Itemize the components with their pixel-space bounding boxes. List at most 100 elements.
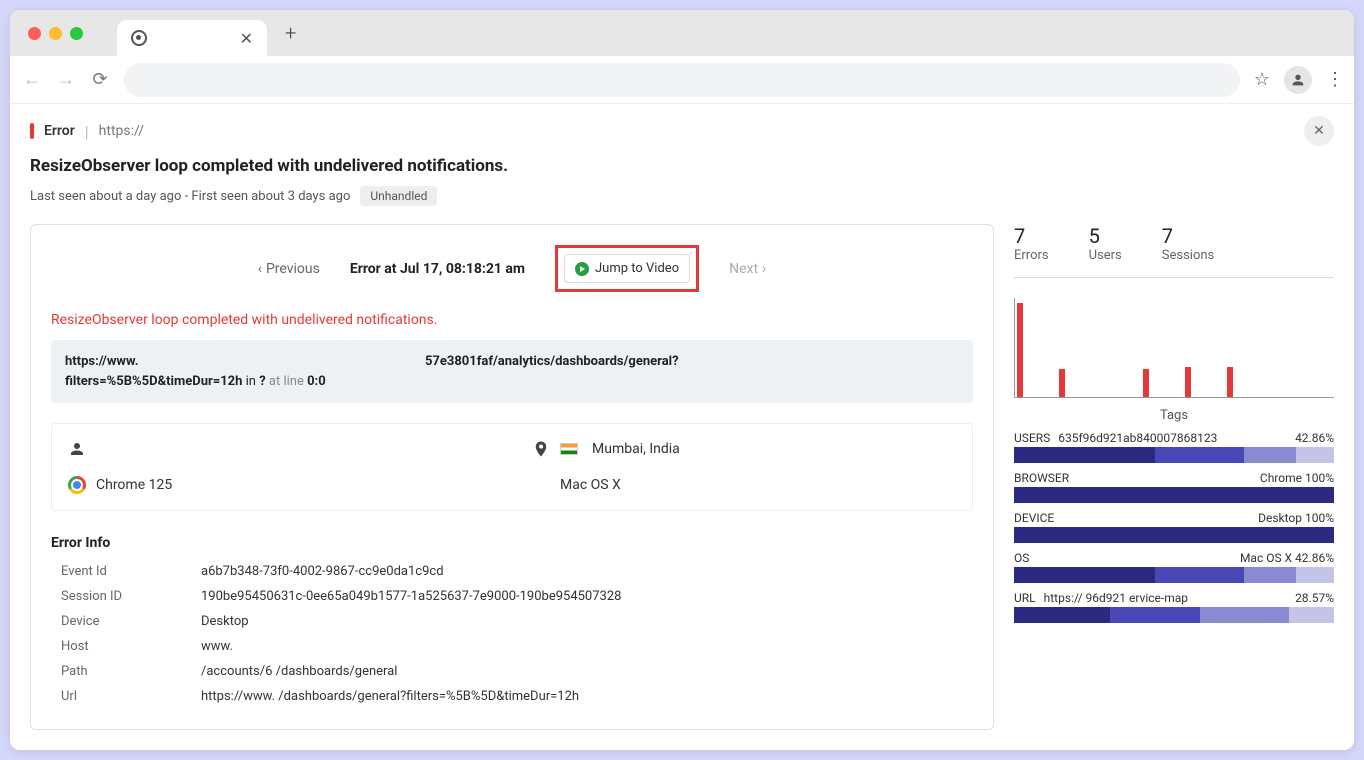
seen-text: Last seen about a day ago - First seen a… bbox=[30, 189, 350, 204]
minimize-window-button[interactable] bbox=[49, 27, 62, 40]
stat-sessions-num: 7 bbox=[1162, 224, 1215, 248]
traffic-lights bbox=[28, 27, 83, 40]
browser-window: ✕ + ← → ⟳ ☆ ⋮ Error | https:// ✕ ResizeO… bbox=[10, 10, 1354, 750]
stat-errors: 7 Errors bbox=[1014, 224, 1049, 263]
kv-val: https://www. /dashboards/general?filters… bbox=[201, 689, 973, 704]
tag-distribution-bar bbox=[1014, 447, 1334, 463]
tags-list: USERS635f96d921ab84000786812342.86% BROWS… bbox=[1014, 429, 1334, 623]
context-os: Mac OS X bbox=[532, 476, 956, 494]
error-title: ResizeObserver loop completed with undel… bbox=[30, 156, 1334, 176]
tag-bar-segment bbox=[1014, 607, 1110, 623]
tag-row[interactable]: OS Mac OS X 42.86% bbox=[1014, 549, 1334, 583]
chart-bar bbox=[1227, 367, 1233, 397]
next-error-button[interactable]: Next › bbox=[729, 261, 766, 277]
chart-bar bbox=[1143, 369, 1149, 397]
kv-key: Path bbox=[51, 664, 201, 679]
browser-tab[interactable]: ✕ bbox=[117, 20, 267, 56]
jump-to-video-button[interactable]: Jump to Video bbox=[564, 254, 690, 283]
close-window-button[interactable] bbox=[28, 27, 41, 40]
chevron-right-icon: › bbox=[762, 261, 766, 277]
tag-bar-segment bbox=[1014, 527, 1334, 543]
browser-toolbar: ← → ⟳ ☆ ⋮ bbox=[10, 56, 1354, 104]
tag-row[interactable]: DEVICEDesktop 100% bbox=[1014, 509, 1334, 543]
play-icon bbox=[575, 262, 589, 276]
titlebar: ✕ + bbox=[10, 10, 1354, 56]
context-location: Mumbai, India bbox=[532, 440, 956, 458]
tag-bar-segment bbox=[1014, 567, 1155, 583]
stat-users: 5 Users bbox=[1089, 224, 1122, 263]
context-os-value: Mac OS X bbox=[560, 477, 621, 493]
tag-bar-segment bbox=[1014, 447, 1155, 463]
chrome-icon bbox=[68, 476, 86, 494]
context-browser: Chrome 125 bbox=[68, 476, 492, 494]
context-location-value: Mumbai, India bbox=[592, 441, 680, 457]
stat-sessions: 7 Sessions bbox=[1162, 224, 1215, 263]
close-panel-button[interactable]: ✕ bbox=[1304, 116, 1334, 146]
seen-info-row: Last seen about a day ago - First seen a… bbox=[30, 186, 1334, 206]
tag-header: DEVICEDesktop 100% bbox=[1014, 509, 1334, 527]
tag-row[interactable]: USERS635f96d921ab84000786812342.86% bbox=[1014, 429, 1334, 463]
forward-button[interactable]: → bbox=[56, 69, 76, 90]
error-detail-panel: ‹ Previous Error at Jul 17, 08:18:21 am … bbox=[30, 224, 994, 730]
context-grid: Mumbai, India Chrome 125 Mac OS X bbox=[51, 423, 973, 511]
tags-title: Tags bbox=[1014, 408, 1334, 423]
code-url-end: 57e3801faf/analytics/dashboards/general? bbox=[425, 354, 679, 369]
tag-label: USERS bbox=[1014, 431, 1050, 445]
kv-key: Url bbox=[51, 689, 201, 704]
tag-value bbox=[1069, 471, 1260, 485]
chart-bar bbox=[1185, 367, 1191, 397]
stats-panel: 7 Errors 5 Users 7 Sessions Tags USERS63… bbox=[1014, 224, 1334, 730]
tag-percent: Mac OS X 42.86% bbox=[1240, 551, 1334, 565]
chevron-left-icon: ‹ bbox=[258, 261, 262, 277]
reload-button[interactable]: ⟳ bbox=[90, 69, 110, 90]
tag-header: OS Mac OS X 42.86% bbox=[1014, 549, 1334, 567]
code-filters: filters=%5B%5D&timeDur=12h bbox=[65, 374, 242, 389]
close-icon: ✕ bbox=[1313, 123, 1325, 139]
india-flag-icon bbox=[560, 443, 578, 455]
kv-row: DeviceDesktop bbox=[51, 609, 973, 634]
error-info-table: Event Ida6b7b348-73f0-4002-9867-cc9e0da1… bbox=[51, 559, 973, 709]
tag-value bbox=[1029, 551, 1240, 565]
stat-users-num: 5 bbox=[1089, 224, 1122, 248]
tag-row[interactable]: BROWSERChrome 100% bbox=[1014, 469, 1334, 503]
tag-bar-segment bbox=[1014, 487, 1334, 503]
bookmark-star-icon[interactable]: ☆ bbox=[1254, 69, 1270, 90]
kv-key: Event Id bbox=[51, 564, 201, 579]
address-bar[interactable] bbox=[124, 63, 1240, 97]
previous-error-button[interactable]: ‹ Previous bbox=[258, 261, 320, 277]
tag-distribution-bar bbox=[1014, 487, 1334, 503]
breadcrumb-row: Error | https:// ✕ bbox=[30, 116, 1334, 146]
stat-errors-label: Errors bbox=[1014, 248, 1049, 263]
close-tab-icon[interactable]: ✕ bbox=[240, 29, 253, 48]
kv-row: Path/accounts/6 /dashboards/general bbox=[51, 659, 973, 684]
maximize-window-button[interactable] bbox=[70, 27, 83, 40]
tag-percent: Desktop 100% bbox=[1258, 511, 1334, 525]
breadcrumb-url: https:// bbox=[99, 123, 144, 139]
kv-row: Session ID190be95450631c-0ee65a049b1577-… bbox=[51, 584, 973, 609]
tag-label: URL bbox=[1014, 591, 1036, 605]
tag-bar-segment bbox=[1296, 447, 1334, 463]
stat-sessions-label: Sessions bbox=[1162, 248, 1215, 263]
tag-distribution-bar bbox=[1014, 607, 1334, 623]
back-button[interactable]: ← bbox=[22, 69, 42, 90]
tag-bar-segment bbox=[1155, 567, 1245, 583]
tag-value bbox=[1054, 511, 1258, 525]
browser-menu-button[interactable]: ⋮ bbox=[1326, 69, 1342, 90]
tag-bar-segment bbox=[1244, 447, 1295, 463]
error-info-title: Error Info bbox=[51, 535, 973, 551]
tag-row[interactable]: URLhttps:// 96d921 ervice-map28.57% bbox=[1014, 589, 1334, 623]
tag-label: OS bbox=[1014, 551, 1029, 565]
apple-icon bbox=[532, 476, 550, 494]
kv-val: Desktop bbox=[201, 614, 973, 629]
page-content: Error | https:// ✕ ResizeObserver loop c… bbox=[10, 104, 1354, 750]
new-tab-button[interactable]: + bbox=[285, 21, 296, 45]
code-atline: at line bbox=[269, 374, 307, 389]
profile-avatar-button[interactable] bbox=[1284, 66, 1312, 94]
location-pin-icon bbox=[532, 440, 550, 458]
tag-value: https:// 96d921 ervice-map bbox=[1036, 591, 1295, 605]
tag-bar-segment bbox=[1155, 447, 1245, 463]
person-icon bbox=[68, 440, 86, 458]
previous-label: Previous bbox=[266, 261, 320, 277]
stats-row: 7 Errors 5 Users 7 Sessions bbox=[1014, 224, 1334, 278]
kv-val: /accounts/6 /dashboards/general bbox=[201, 664, 973, 679]
